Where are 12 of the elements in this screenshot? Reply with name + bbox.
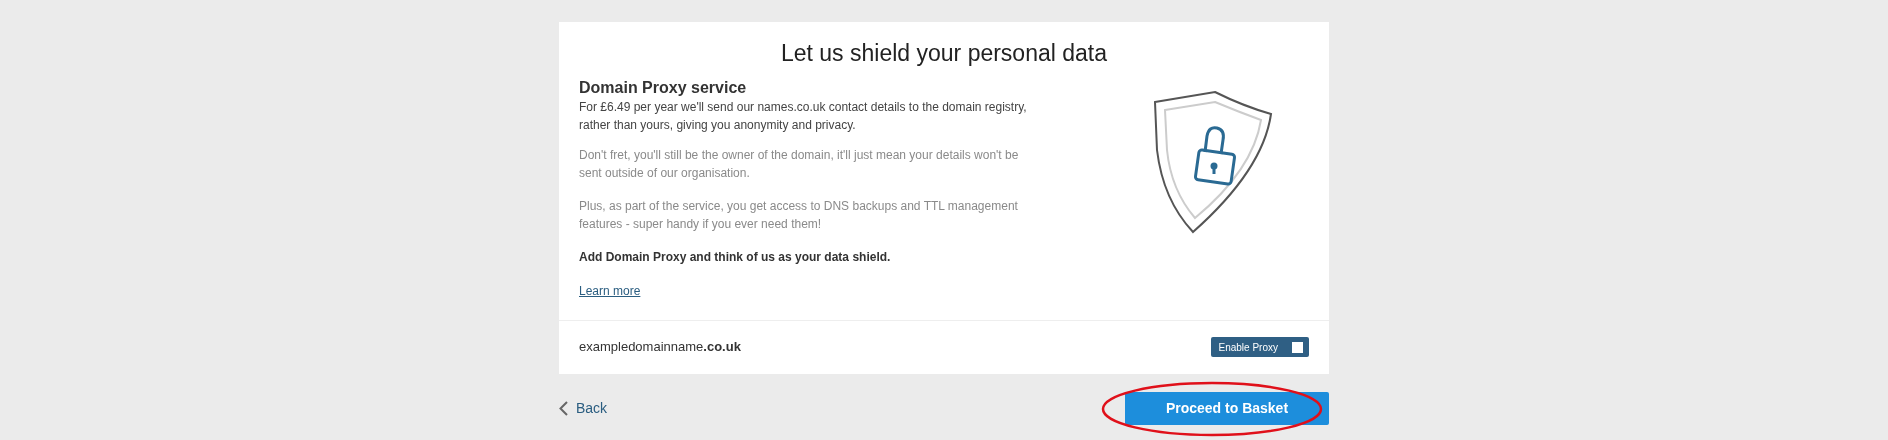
description-text: Don't fret, you'll still be the owner of the domain, it'll just mean your details won't be sent outside of our organisation. xyxy=(579,146,1020,182)
page-title: Let us shield your personal data xyxy=(779,39,1108,68)
learn-more-link[interactable]: Learn more xyxy=(579,283,641,298)
back-link[interactable]: Back xyxy=(559,397,608,419)
description-text: Plus, as part of the service, you get access to DNS backups and TTL management features - super handy if you ever need them! xyxy=(579,197,1019,233)
call-to-action-text: Add Domain Proxy and think of us as your data shield. xyxy=(579,248,892,266)
proceed-to-basket-button[interactable]: Proceed to Basket xyxy=(1125,391,1329,425)
enable-proxy-toggle[interactable]: Enable Proxy xyxy=(1210,337,1309,358)
service-heading: Domain Proxy service xyxy=(579,77,748,98)
chevron-left-icon xyxy=(559,400,568,416)
description-text: For £6.49 per year we'll send our names.co.uk contact details to the domain registry, rather than yours, giving you anonymity and privacy. xyxy=(579,98,1028,134)
domain-name: exampledomainname.co.uk xyxy=(579,338,741,357)
